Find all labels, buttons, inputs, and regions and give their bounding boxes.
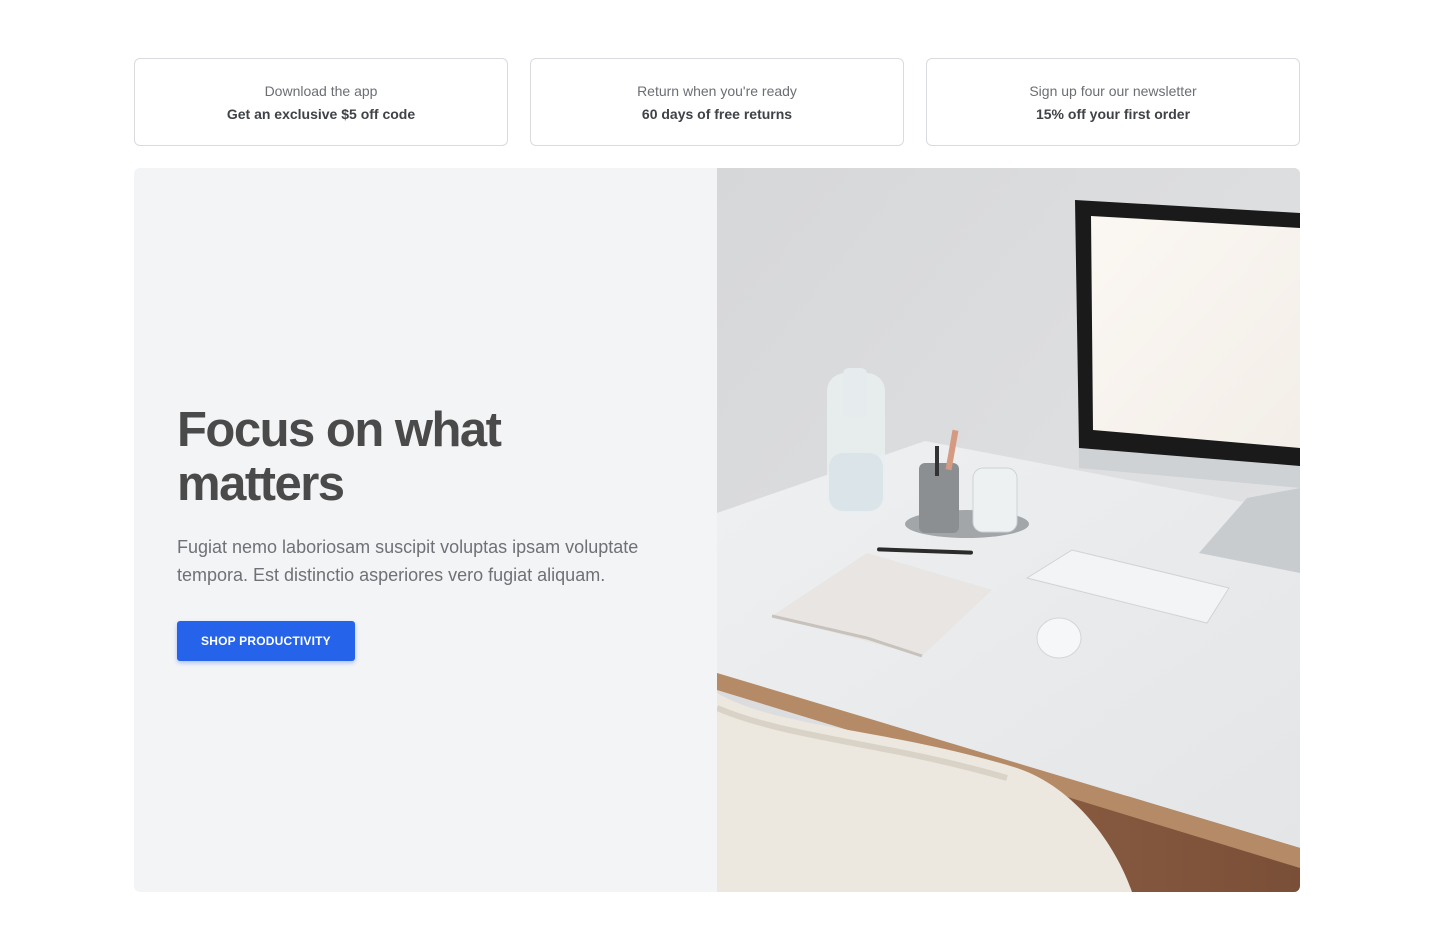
glass-shape	[972, 467, 1018, 533]
monitor-screen-shape	[1091, 216, 1300, 448]
perk-subtitle: Get an exclusive $5 off code	[226, 105, 416, 122]
perk-subtitle: 60 days of free returns	[641, 105, 793, 122]
perk-card-newsletter[interactable]: Sign up four our newsletter 15% off your…	[926, 58, 1300, 146]
hero-description: Fugiat nemo laboriosam suscipit voluptas…	[177, 537, 639, 585]
perk-title: Return when you're ready	[637, 82, 797, 99]
perk-subtitle: 15% off your first order	[1035, 105, 1191, 122]
hero-copy: Focus on what matters Fugiat nemo labori…	[177, 403, 677, 661]
hero-title: Focus on what matters	[177, 403, 502, 511]
pen-shape	[935, 446, 939, 476]
perks-row: Download the app Get an exclusive $5 off…	[134, 58, 1300, 146]
hero-panel: Focus on what matters Fugiat nemo labori…	[134, 168, 717, 892]
hero-section: Focus on what matters Fugiat nemo labori…	[134, 168, 1300, 892]
shop-productivity-button[interactable]: SHOP PRODUCTIVITY	[177, 621, 355, 661]
perk-title: Sign up four our newsletter	[1029, 82, 1197, 99]
perk-card-returns[interactable]: Return when you're ready 60 days of free…	[530, 58, 904, 146]
carafe-water-shape	[829, 453, 883, 511]
desk-workspace-photo	[717, 168, 1300, 892]
perk-title: Download the app	[264, 82, 378, 99]
mouse-shape	[1036, 617, 1082, 659]
perk-card-app[interactable]: Download the app Get an exclusive $5 off…	[134, 58, 508, 146]
desk-illustration	[717, 168, 1300, 892]
carafe-neck-shape	[843, 368, 867, 418]
page: Download the app Get an exclusive $5 off…	[0, 0, 1434, 950]
